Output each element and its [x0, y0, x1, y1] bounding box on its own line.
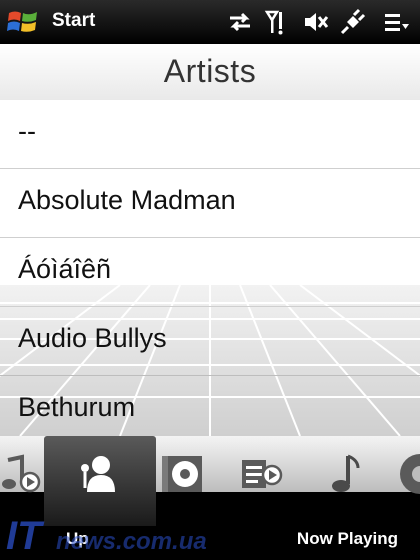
media-dock: Up Now Playing IT news.com.ua [0, 436, 420, 560]
plug-charging-icon [340, 8, 366, 35]
list-item[interactable]: Áóìáîêñ [0, 238, 420, 307]
music-note-icon[interactable] [322, 452, 366, 496]
page-title: Artists [163, 53, 257, 89]
start-label[interactable]: Start [52, 10, 95, 32]
album-disc-icon[interactable] [160, 452, 204, 496]
playlist-icon[interactable] [240, 452, 284, 496]
menu-list-icon[interactable] [382, 8, 410, 36]
windows-flag-icon[interactable] [6, 6, 40, 38]
signal-icon [264, 10, 283, 35]
softkey-now-playing[interactable]: Now Playing [297, 529, 398, 549]
music-play-icon[interactable] [0, 452, 44, 496]
list-item[interactable]: Bethurum [0, 376, 420, 436]
artist-name: Audio Bullys [18, 323, 167, 353]
artist-name: Áóìáîêñ [18, 254, 112, 284]
itnews-watermark-logo: IT news.com.ua [6, 514, 207, 557]
status-bar: Start [0, 0, 420, 44]
list-item[interactable]: Audio Bullys [0, 307, 420, 376]
artist-list[interactable]: -- Absolute Madman Áóìáîêñ Audio Bullys … [0, 100, 420, 436]
title-bar: Artists [0, 44, 420, 101]
artist-name: Absolute Madman [18, 185, 236, 215]
svg-text:news.com.ua: news.com.ua [56, 528, 207, 555]
artist-name: Bethurum [18, 392, 136, 422]
mute-volume-icon [305, 13, 329, 31]
artist-icon[interactable] [76, 452, 120, 496]
list-item[interactable]: Absolute Madman [0, 169, 420, 238]
artist-name: -- [18, 116, 36, 146]
disc-icon[interactable] [396, 452, 420, 496]
svg-text:IT: IT [6, 514, 45, 557]
list-item[interactable]: -- [0, 100, 420, 169]
sync-arrows-icon [230, 12, 250, 32]
